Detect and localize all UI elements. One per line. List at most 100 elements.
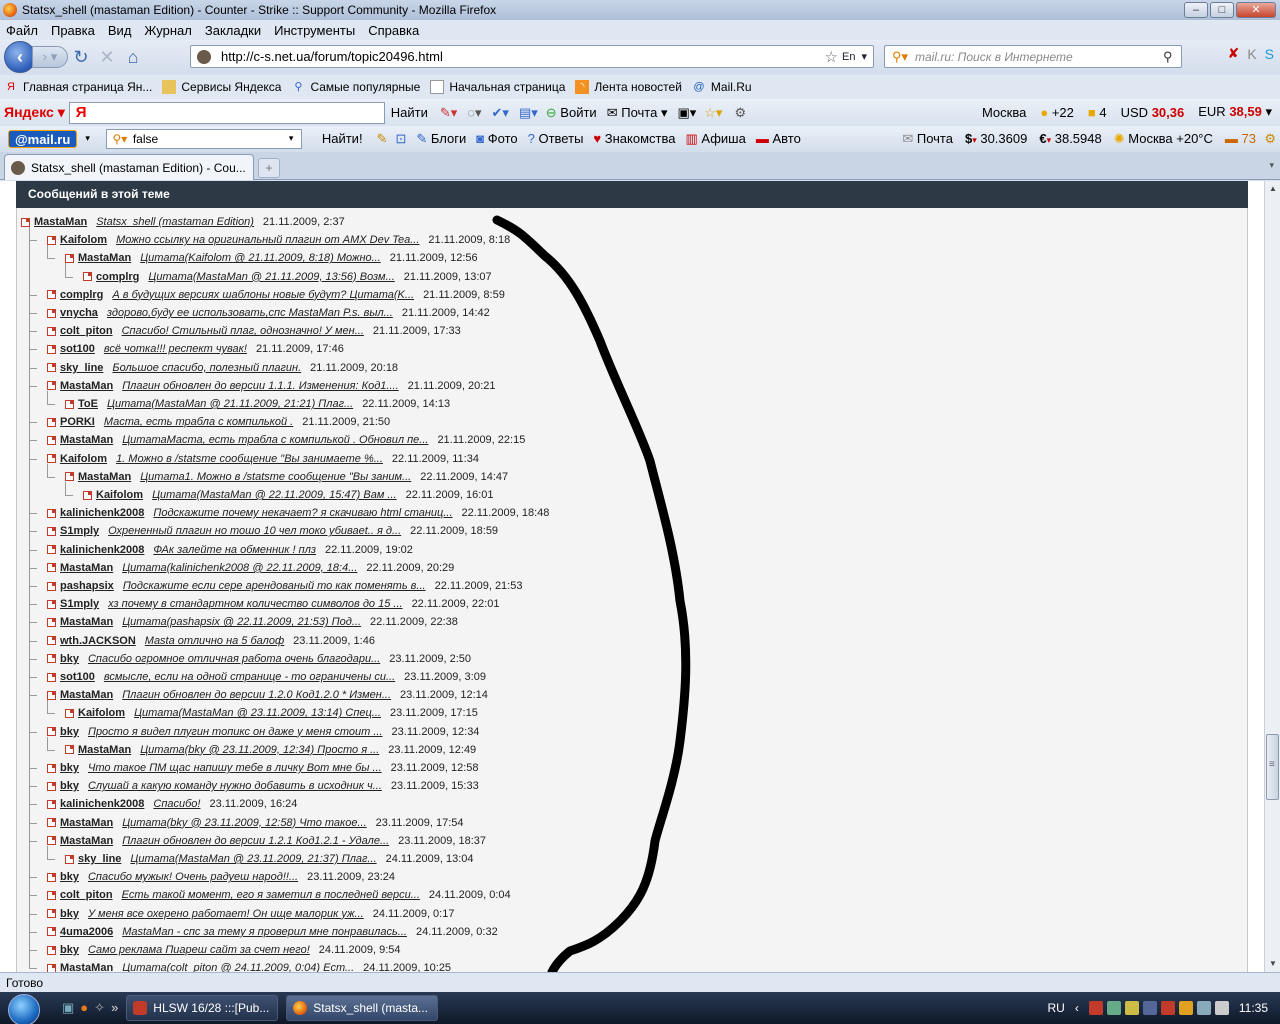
comment-icon[interactable]: ◌▾ (467, 105, 481, 121)
scroll-down-icon[interactable]: ▼ (1265, 956, 1280, 972)
show-desktop-icon[interactable]: ▣ (62, 1000, 74, 1016)
post-subject-link[interactable]: Можно ссылку на оригинальный плагин от A… (116, 234, 419, 246)
mailru-search-input[interactable]: false (133, 132, 289, 146)
post-author-link[interactable]: MastaMan (60, 962, 113, 972)
post-subject-link[interactable]: Что такое ПМ щас напишу тебе в личку Вот… (88, 762, 382, 774)
taskbar-item-firefox[interactable]: Statsx_shell (masta... (286, 995, 439, 1021)
scrollbar-thumb[interactable] (1266, 734, 1279, 800)
post-subject-link[interactable]: Большое спасибо, полезный плагин. (112, 362, 301, 374)
post-author-link[interactable]: Kaifolom (78, 707, 125, 719)
yandex-search-input[interactable]: Я (68, 101, 385, 124)
post-subject-link[interactable]: 1. Можно в /statsme сообщение "Вы занима… (116, 453, 383, 465)
post-author-link[interactable]: Kaifolom (60, 453, 107, 465)
post-subject-link[interactable]: MastaMan - спс за тему я проверил мне по… (122, 926, 407, 938)
post-author-link[interactable]: bky (60, 908, 79, 920)
post-subject-link[interactable]: Цитата(MastaMan @ 23.11.2009, 21:37) Пла… (130, 853, 376, 865)
post-author-link[interactable]: bky (60, 726, 79, 738)
tray-app-icon[interactable] (1142, 1001, 1157, 1015)
post-subject-link[interactable]: Подскажите если сере арендованый то как … (123, 580, 426, 592)
post-subject-link[interactable]: всё чотка!!! респект чувак! (104, 343, 247, 355)
minimize-button[interactable]: ‒ (1184, 2, 1208, 18)
mailru-settings-icon[interactable]: ⚙ (1264, 131, 1276, 147)
search-input[interactable]: mail.ru: Поиск в Интернете (915, 50, 1163, 64)
post-subject-link[interactable]: Цитата(bky @ 23.11.2009, 12:34) Просто я… (140, 744, 379, 756)
network-tray-icon[interactable] (1196, 1001, 1211, 1015)
scroll-up-icon[interactable]: ▲ (1265, 181, 1280, 197)
post-subject-link[interactable]: ФАк залейте на обменник ! плз (153, 544, 316, 556)
bookmark-mailru[interactable]: @ Mail.Ru (692, 80, 751, 94)
post-author-link[interactable]: MastaMan (60, 562, 113, 574)
post-author-link[interactable]: kalinichenk2008 (60, 507, 144, 519)
skype-icon[interactable]: S (1265, 46, 1274, 62)
post-author-link[interactable]: complrg (96, 271, 139, 283)
post-subject-link[interactable]: Плагин обновлен до версии 1.1.1. Изменен… (122, 380, 398, 392)
post-subject-link[interactable]: Есть такой момент, его я заметил в после… (122, 889, 420, 901)
mailru-search-field[interactable]: ⚲▾ false ▾ (105, 128, 302, 149)
post-subject-link[interactable]: Спасибо огромное отличная работа очень б… (88, 653, 380, 665)
post-subject-link[interactable]: здорово,буду ее использовать,спс MastaMa… (107, 307, 393, 319)
post-subject-link[interactable]: Цитата(Kaifolom @ 21.11.2009, 8:18) Можн… (140, 252, 381, 264)
mailru-dropdown-icon[interactable]: ▾ (289, 133, 301, 144)
briefcase-icon[interactable]: ▣▾ (677, 105, 696, 121)
mailru-link-answers[interactable]: ? Ответы (528, 131, 584, 147)
post-author-link[interactable]: MastaMan (78, 471, 131, 483)
tray-expand-icon[interactable]: ‹ (1075, 1001, 1079, 1015)
post-subject-link[interactable]: А в будущих версиях шаблоны новые будут?… (112, 289, 414, 301)
tray-app-icon[interactable] (1106, 1001, 1121, 1015)
bookmark-popular[interactable]: ⚲ Самые популярные (291, 80, 420, 94)
language-indicator[interactable]: En (842, 51, 855, 63)
search-bar[interactable]: ⚲▾ mail.ru: Поиск в Интернете ⚲ (884, 45, 1182, 68)
yandex-login-button[interactable]: ⊖ Войти (546, 105, 597, 121)
post-author-link[interactable]: kalinichenk2008 (60, 798, 144, 810)
post-author-link[interactable]: wth.JACKSON (60, 635, 136, 647)
post-author-link[interactable]: S1mply (60, 598, 99, 610)
usd-informer[interactable]: USD 30,36 (1121, 105, 1185, 120)
bookmark-star-icon[interactable]: ☆ (825, 48, 838, 66)
mailru-logo[interactable]: @mail.ru (8, 129, 78, 148)
post-subject-link[interactable]: Цитата(bky @ 23.11.2009, 12:58) Что тако… (122, 817, 366, 829)
bookmark-start-page[interactable]: Начальная страница (430, 80, 565, 94)
post-author-link[interactable]: kalinichenk2008 (60, 544, 144, 556)
kaspersky-icon[interactable]: ✘ (1228, 45, 1240, 62)
post-author-link[interactable]: complrg (60, 289, 103, 301)
start-button[interactable] (0, 992, 44, 1024)
mailru-traffic-informer[interactable]: ▬ 73 (1225, 131, 1256, 147)
post-subject-link[interactable]: Охрененный плагин но тошо 10 чел токо уб… (108, 525, 401, 537)
post-subject-link[interactable]: Просто я видел плугин топикс он даже у м… (88, 726, 383, 738)
post-subject-link[interactable]: Цитата(colt_piton @ 24.11.2009, 0:04) Ес… (122, 962, 354, 972)
bookmark-yandex-services[interactable]: Сервисы Яндекса (162, 80, 281, 94)
menu-tools[interactable]: Инструменты (274, 23, 355, 38)
post-subject-link[interactable]: Спасибо! (153, 798, 200, 810)
menu-view[interactable]: Вид (108, 23, 132, 38)
post-subject-link[interactable]: Подскажите почему некачает? я скачиваю h… (153, 507, 452, 519)
post-author-link[interactable]: MastaMan (60, 434, 113, 446)
post-author-link[interactable]: S1mply (60, 525, 99, 537)
post-author-link[interactable]: Kaifolom (60, 234, 107, 246)
post-author-link[interactable]: Kaifolom (96, 489, 143, 501)
post-subject-link[interactable]: Маста, есть трабла с компилькой . (104, 416, 293, 428)
post-author-link[interactable]: MastaMan (60, 616, 113, 628)
post-author-link[interactable]: MastaMan (34, 216, 87, 228)
star-bookmarks-icon[interactable]: ☆▾ (704, 105, 722, 121)
mailru-link-dating[interactable]: ♥ Знакомства (593, 131, 675, 147)
tab-statsx-shell[interactable]: Statsx_shell (mastaman Edition) - Cou... (4, 154, 254, 180)
post-author-link[interactable]: ToE (78, 398, 98, 410)
menu-history[interactable]: Журнал (144, 23, 191, 38)
post-author-link[interactable]: sky_line (60, 362, 103, 374)
post-subject-link[interactable]: Цитата(kalinichenk2008 @ 22.11.2009, 18:… (122, 562, 357, 574)
highlight-icon[interactable]: ✎ (377, 131, 388, 147)
bookmark-yandex-home[interactable]: Я Главная страница Ян... (4, 80, 152, 94)
address-bar[interactable]: http://c-s.net.ua/forum/topic20496.html … (190, 45, 874, 68)
url-text[interactable]: http://c-s.net.ua/forum/topic20496.html (221, 49, 825, 64)
post-author-link[interactable]: MastaMan (78, 252, 131, 264)
post-author-link[interactable]: bky (60, 762, 79, 774)
forward-button[interactable]: › ▾ (32, 46, 68, 68)
spellcheck-icon[interactable]: ✔▾ (492, 105, 509, 121)
post-author-link[interactable]: colt_piton (60, 889, 113, 901)
clock[interactable]: 11:35 (1239, 1001, 1268, 1015)
bookmark-news-feed[interactable]: ◝ Лента новостей (575, 80, 682, 94)
reload-icon[interactable]: ↻ (68, 47, 94, 68)
stop-icon[interactable]: ✕ (94, 47, 120, 68)
mailru-link-photo[interactable]: ◙ Фото (476, 131, 517, 147)
post-author-link[interactable]: MastaMan (60, 817, 113, 829)
